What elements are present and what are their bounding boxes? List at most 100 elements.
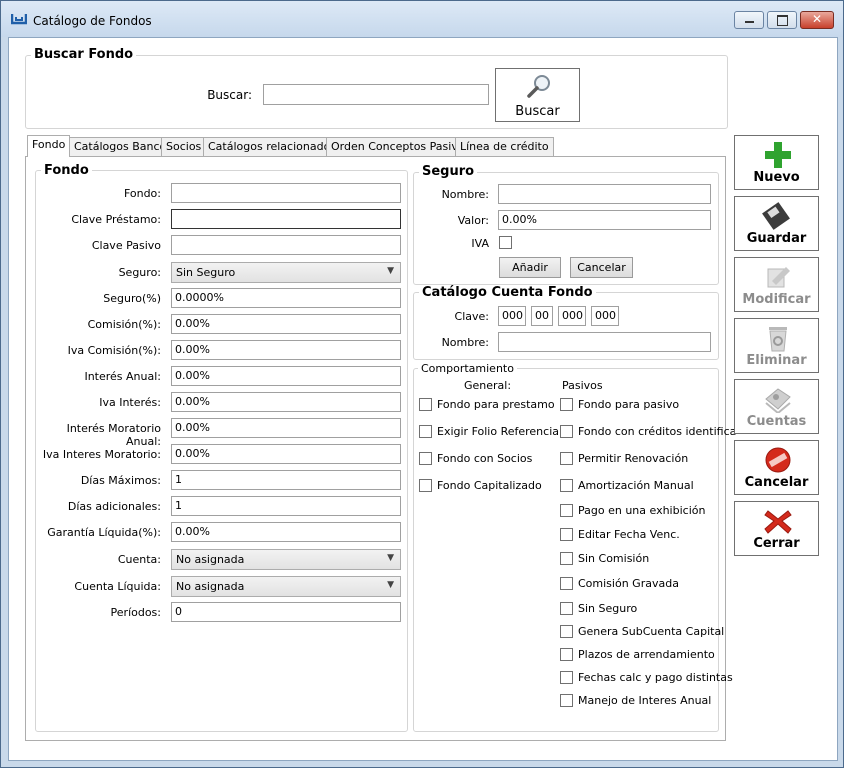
fondo-field-label: Garantía Líquida(%): — [47, 526, 161, 539]
fondo-field-input[interactable]: 0.00% — [171, 392, 401, 412]
search-button[interactable]: Buscar — [495, 68, 580, 122]
comportamiento-group-title: Comportamiento — [418, 362, 517, 375]
fondo-field-label: Interés Anual: — [84, 370, 161, 383]
fondo-field-value: 0.0000% — [175, 291, 224, 304]
fondo-field-input[interactable]: 0.00% — [171, 418, 401, 438]
chevron-down-icon: ▼ — [387, 580, 394, 590]
fondo-field-input[interactable]: 0.00% — [171, 340, 401, 360]
fondo-field-input[interactable]: 0.00% — [171, 366, 401, 386]
pasivos-option-checkbox[interactable] — [560, 625, 573, 638]
tab-linea-de-credito[interactable]: Línea de crédito — [455, 137, 554, 156]
pasivos-option-checkbox[interactable] — [560, 398, 573, 411]
recycle-bin-icon — [762, 324, 794, 352]
close-window-button[interactable]: ✕ — [800, 11, 834, 29]
general-option-label: Fondo Capitalizado — [437, 479, 542, 492]
minimize-button[interactable] — [734, 11, 764, 29]
pasivos-option-checkbox[interactable] — [560, 479, 573, 492]
fondo-field-input[interactable]: 0.00% — [171, 444, 401, 464]
general-option-checkbox[interactable] — [419, 452, 432, 465]
clave-part-3-input[interactable]: 000 — [558, 306, 586, 326]
fondo-field-select[interactable]: No asignada ▼ — [171, 549, 401, 570]
action-button-label: Cerrar — [753, 536, 800, 551]
clave-part-4-input[interactable]: 000 — [591, 306, 619, 326]
tab-fondo[interactable]: Fondo — [27, 135, 71, 157]
fondo-field-select[interactable]: No asignada ▼ — [171, 576, 401, 597]
maximize-icon — [777, 15, 788, 26]
cuenta-nombre-input[interactable] — [498, 332, 711, 352]
fondo-field-input[interactable] — [171, 183, 401, 203]
clave-part-2-input[interactable]: 00 — [531, 306, 553, 326]
pasivos-option-checkbox[interactable] — [560, 577, 573, 590]
pasivos-option-checkbox[interactable] — [560, 452, 573, 465]
pasivos-option-checkbox[interactable] — [560, 552, 573, 565]
tab-orden-conceptos-pasivo[interactable]: Orden Conceptos Pasivo — [326, 137, 470, 156]
pasivos-option-checkbox[interactable] — [560, 504, 573, 517]
tab-catalogos-banco[interactable]: Catálogos Banco — [69, 137, 172, 156]
maximize-button[interactable] — [767, 11, 797, 29]
fondo-field-value: 0.00% — [175, 525, 210, 538]
pasivos-header: Pasivos — [562, 379, 603, 392]
seguro-add-button[interactable]: Añadir — [499, 257, 561, 278]
fondo-field-label: Clave Préstamo: — [71, 213, 161, 226]
general-option-label: Exigir Folio Referencia — [437, 425, 559, 438]
fondo-field-input[interactable] — [171, 209, 401, 229]
eliminar-button[interactable]: Eliminar — [734, 318, 819, 373]
pasivos-option-checkbox[interactable] — [560, 602, 573, 615]
fondo-field-value: Sin Seguro — [176, 266, 236, 279]
fondo-field-input[interactable]: 0.00% — [171, 314, 401, 334]
pasivos-option-checkbox[interactable] — [560, 694, 573, 707]
pasivos-option-label: Amortización Manual — [578, 479, 694, 492]
cuentas-button[interactable]: Cuentas — [734, 379, 819, 434]
pasivos-option-checkbox[interactable] — [560, 425, 573, 438]
fondo-field-input[interactable]: 0.00% — [171, 522, 401, 542]
clave-part-1-input[interactable]: 000 — [498, 306, 526, 326]
tab-socios[interactable]: Socios — [161, 137, 207, 156]
action-button-label: Eliminar — [746, 353, 807, 368]
fondo-field-label: Cuenta Líquida: — [74, 580, 161, 593]
seguro-nombre-input[interactable] — [498, 184, 711, 204]
seguro-nombre-label: Nombre: — [441, 188, 489, 201]
fondo-field-value: 0.00% — [175, 421, 210, 434]
search-label: Buscar: — [207, 88, 252, 102]
general-option-checkbox[interactable] — [419, 398, 432, 411]
modificar-button[interactable]: Modificar — [734, 257, 819, 312]
general-option-checkbox[interactable] — [419, 425, 432, 438]
pasivos-option-checkbox[interactable] — [560, 528, 573, 541]
fondo-field-value: 0.00% — [175, 447, 210, 460]
general-option-checkbox[interactable] — [419, 479, 432, 492]
seguro-iva-checkbox[interactable] — [499, 236, 512, 249]
magnifier-icon — [527, 75, 550, 98]
nuevo-button[interactable]: Nuevo — [734, 135, 819, 190]
fondo-field-input[interactable]: 0 — [171, 602, 401, 622]
fondo-field-value: No asignada — [176, 553, 245, 566]
fondo-field-select[interactable]: Sin Seguro ▼ — [171, 262, 401, 283]
seguro-group-title: Seguro — [419, 164, 478, 179]
cancelar-button[interactable]: Cancelar — [734, 440, 819, 495]
cerrar-button[interactable]: Cerrar — [734, 501, 819, 556]
action-button-label: Guardar — [746, 231, 807, 246]
fondo-field-label: Iva Comisión(%): — [67, 344, 161, 357]
guardar-button[interactable]: Guardar — [734, 196, 819, 251]
fondo-field-value: 0.00% — [175, 317, 210, 330]
fondo-field-value: 0.00% — [175, 395, 210, 408]
pasivos-option-label: Pago en una exhibición — [578, 504, 706, 517]
tab-catalogos-relacionados[interactable]: Catálogos relacionados — [203, 137, 342, 156]
window-title: Catálogo de Fondos — [33, 14, 152, 28]
fondo-field-input[interactable]: 1 — [171, 496, 401, 516]
cuenta-nombre-label: Nombre: — [441, 336, 489, 349]
fondo-field-label: Iva Interés: — [99, 396, 161, 409]
fondo-field-value: 0.00% — [175, 343, 210, 356]
fondo-field-input[interactable]: 0.0000% — [171, 288, 401, 308]
pasivos-option-checkbox[interactable] — [560, 648, 573, 661]
pasivos-option-label: Comisión Gravada — [578, 577, 679, 590]
fondo-field-input[interactable]: 1 — [171, 470, 401, 490]
search-group-title: Buscar Fondo — [31, 47, 137, 62]
plus-icon — [762, 141, 794, 169]
seguro-valor-input[interactable]: 0.00% — [498, 210, 711, 230]
minimize-icon — [745, 21, 754, 23]
action-button-label: Modificar — [742, 292, 811, 307]
seguro-cancel-button[interactable]: Cancelar — [570, 257, 633, 278]
fondo-field-input[interactable] — [171, 235, 401, 255]
pasivos-option-checkbox[interactable] — [560, 671, 573, 684]
search-input[interactable] — [263, 84, 489, 105]
